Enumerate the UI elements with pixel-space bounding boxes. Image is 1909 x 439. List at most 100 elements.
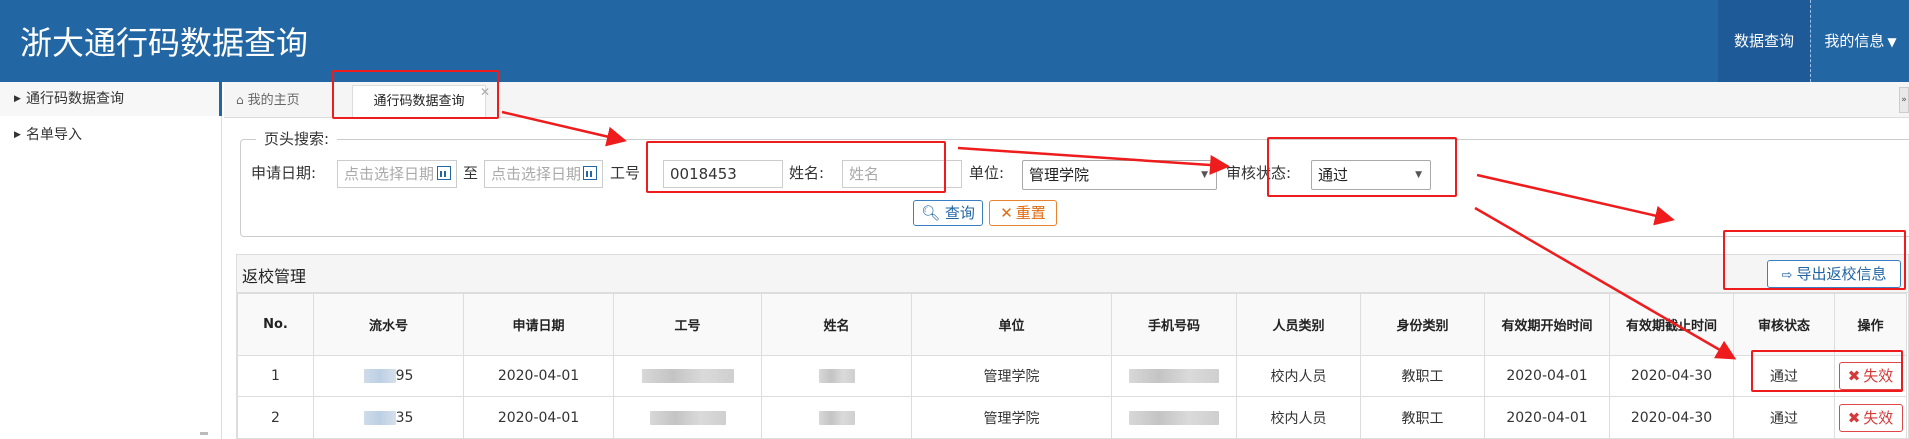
column-header[interactable]: 工号 xyxy=(613,293,762,356)
redacted-block xyxy=(1129,410,1219,425)
chevron-down-icon: ▼ xyxy=(1415,170,1422,180)
name-label: 姓名: xyxy=(789,164,825,182)
search-legend: 页头搜索: xyxy=(256,128,338,149)
column-header[interactable]: No. xyxy=(237,293,314,356)
nav-my-info-label: 我的信息 xyxy=(1824,32,1885,50)
action-cell: ✖ 失效 xyxy=(1834,396,1907,439)
sidebar-scrollbar[interactable] xyxy=(200,432,208,435)
redacted-block xyxy=(363,410,396,425)
column-header[interactable]: 有效期截止时间 xyxy=(1609,293,1734,356)
table-row[interactable]: 2 35 2020-04-01 管理学院 校内人员 教职工 2020-04-01… xyxy=(237,396,1907,439)
return-school-panel: 返校管理 ⇨ 导出返校信息 No. 流水号 申请日期 工号 姓名 单位 手机号码 … xyxy=(236,254,1909,439)
query-button[interactable]: 🔍︎ 查询 xyxy=(913,200,983,226)
tab-bar: ⌂ 我的主页 通行码数据查询 ✕ » xyxy=(224,82,1909,119)
close-icon: ✕ xyxy=(1000,204,1013,222)
redacted-block xyxy=(641,369,734,383)
identity-cell: 教职工 xyxy=(1360,355,1485,397)
column-header[interactable]: 姓名 xyxy=(761,293,912,356)
row-number[interactable]: 2 xyxy=(237,396,314,439)
data-table: No. 流水号 申请日期 工号 姓名 单位 手机号码 人员类别 身份类别 有效期… xyxy=(237,293,1907,439)
invalidate-button-label: 失效 xyxy=(1863,408,1894,427)
status-cell: 通过 xyxy=(1733,396,1835,439)
name-input[interactable] xyxy=(842,160,962,188)
valid-from-cell: 2020-04-01 xyxy=(1484,396,1610,439)
unit-select[interactable]: 管理学院 ▼ xyxy=(1022,160,1217,190)
reset-button-label: 重置 xyxy=(1015,204,1046,222)
column-header[interactable]: 身份类别 xyxy=(1360,293,1485,356)
name-cell xyxy=(761,396,912,439)
unit-cell: 管理学院 xyxy=(911,396,1112,439)
action-cell: ✖ 失效 xyxy=(1834,355,1907,397)
unit-label: 单位: xyxy=(969,164,1005,182)
query-button-label: 查询 xyxy=(944,204,975,222)
close-icon: ✖ xyxy=(1847,408,1861,427)
calendar-icon[interactable] xyxy=(437,166,451,180)
nav-my-info[interactable]: 我的信息 ▼ xyxy=(1812,0,1909,82)
caret-down-icon: ▼ xyxy=(1887,35,1897,49)
export-icon: ⇨ xyxy=(1781,268,1793,283)
id-input[interactable] xyxy=(663,160,783,188)
serial-suffix: 35 xyxy=(395,409,414,426)
app-title: 浙大通行码数据查询 xyxy=(20,24,309,62)
page: 浙大通行码数据查询 数据查询 我的信息 ▼ ▶ 通行码数据查询 ▶ 名单导入 ⌂ 我… xyxy=(0,0,1909,439)
search-icon: 🔍︎ xyxy=(921,204,941,222)
nav-divider xyxy=(1810,0,1811,82)
column-header: 操作 xyxy=(1834,293,1907,356)
caret-right-icon: ▶ xyxy=(14,94,21,104)
date-label: 申请日期: xyxy=(251,164,317,182)
status-select-value: 通过 xyxy=(1318,166,1349,184)
redacted-block xyxy=(1129,369,1219,383)
redacted-block xyxy=(818,369,855,383)
row-number[interactable]: 1 xyxy=(237,355,314,397)
panel-header: 返校管理 ⇨ 导出返校信息 xyxy=(237,255,1908,293)
unit-cell: 管理学院 xyxy=(911,355,1112,397)
phone-cell xyxy=(1111,396,1237,439)
redacted-block xyxy=(363,369,396,383)
reset-button[interactable]: ✕ 重置 xyxy=(989,200,1057,226)
column-header[interactable]: 人员类别 xyxy=(1236,293,1361,356)
person-type-cell: 校内人员 xyxy=(1236,355,1361,397)
redacted-block xyxy=(818,410,855,425)
table-header-row: No. 流水号 申请日期 工号 姓名 单位 手机号码 人员类别 身份类别 有效期… xyxy=(237,293,1907,356)
sidebar-item-pass-query[interactable]: ▶ 通行码数据查询 xyxy=(0,82,222,116)
calendar-icon[interactable] xyxy=(583,166,597,180)
scroll-right-icon[interactable]: » xyxy=(1899,87,1909,113)
nav-data-query[interactable]: 数据查询 xyxy=(1718,0,1810,82)
top-header-bar: 浙大通行码数据查询 数据查询 我的信息 ▼ xyxy=(0,0,1909,82)
close-icon[interactable]: ✕ xyxy=(480,85,490,99)
invalidate-button[interactable]: ✖ 失效 xyxy=(1838,362,1903,390)
column-header[interactable]: 审核状态 xyxy=(1733,293,1835,356)
status-select[interactable]: 通过 ▼ xyxy=(1311,160,1431,190)
column-header[interactable]: 申请日期 xyxy=(463,293,614,356)
table-row[interactable]: 1 95 2020-04-01 管理学院 校内人员 教职工 2020-04-01… xyxy=(237,355,1907,397)
redacted-block xyxy=(649,410,726,425)
column-header[interactable]: 有效期开始时间 xyxy=(1484,293,1610,356)
sidebar-item-label: 通行码数据查询 xyxy=(26,91,124,107)
date-cell: 2020-04-01 xyxy=(463,355,614,397)
column-header[interactable]: 手机号码 xyxy=(1111,293,1237,356)
unit-select-value: 管理学院 xyxy=(1029,166,1090,184)
tab-pass-query[interactable]: 通行码数据查询 xyxy=(352,85,486,119)
chevron-down-icon: ▼ xyxy=(1201,170,1208,180)
column-header[interactable]: 单位 xyxy=(911,293,1112,356)
sidebar-item-list-import[interactable]: ▶ 名单导入 xyxy=(0,118,222,152)
sidebar-item-label: 名单导入 xyxy=(26,127,82,143)
home-icon: ⌂ xyxy=(236,93,244,107)
tab-home[interactable]: ⌂ 我的主页 xyxy=(236,82,300,118)
to-label: 至 xyxy=(463,164,479,182)
close-icon: ✖ xyxy=(1847,367,1861,385)
caret-right-icon: ▶ xyxy=(14,130,21,140)
invalidate-button[interactable]: ✖ 失效 xyxy=(1838,403,1903,432)
serial-suffix: 95 xyxy=(395,368,414,384)
export-button[interactable]: ⇨ 导出返校信息 xyxy=(1767,260,1901,288)
serial-cell: 95 xyxy=(313,355,464,397)
identity-cell: 教职工 xyxy=(1360,396,1485,439)
tab-home-label: 我的主页 xyxy=(247,93,300,108)
phone-cell xyxy=(1111,355,1237,397)
sidebar: ▶ 通行码数据查询 ▶ 名单导入 xyxy=(0,82,222,439)
invalidate-button-label: 失效 xyxy=(1863,367,1894,385)
valid-to-cell: 2020-04-30 xyxy=(1609,396,1734,439)
column-header[interactable]: 流水号 xyxy=(313,293,464,356)
serial-cell: 35 xyxy=(313,396,464,439)
id-cell xyxy=(613,396,762,439)
